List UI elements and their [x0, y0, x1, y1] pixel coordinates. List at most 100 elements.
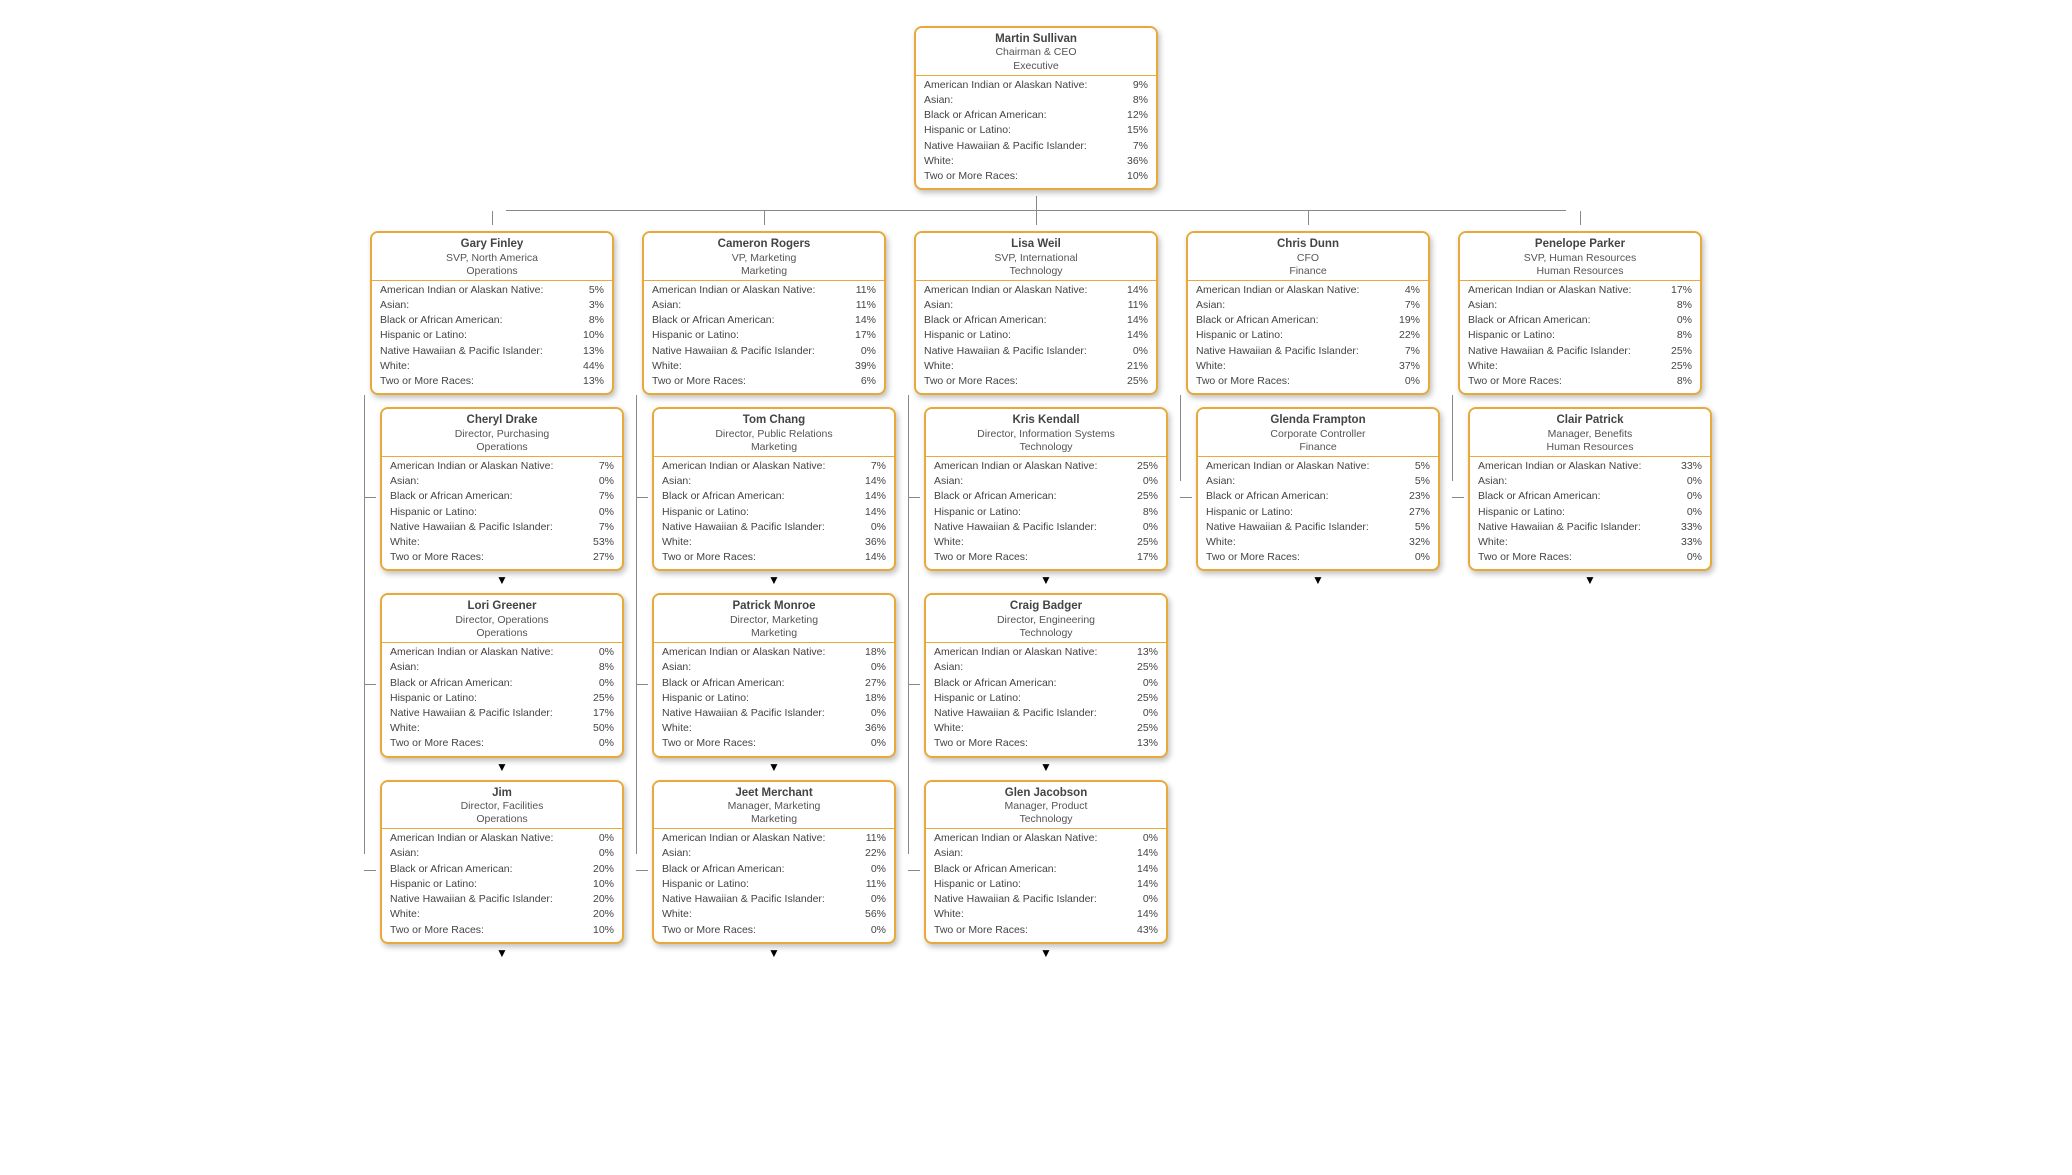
demographic-label: Hispanic or Latino:	[1196, 328, 1289, 343]
demographic-row: Native Hawaiian & Pacific Islander:25%	[1468, 344, 1692, 359]
node-body: American Indian or Alaskan Native:0%Asia…	[926, 829, 1166, 942]
demographic-row: Hispanic or Latino:27%	[1206, 505, 1430, 520]
org-chart: Martin Sullivan Chairman & CEO Executive…	[10, 20, 2062, 964]
demographic-row: Two or More Races:0%	[662, 736, 886, 751]
demographic-value: 8%	[589, 313, 604, 328]
demographic-value: 23%	[1409, 489, 1430, 504]
demographic-value: 17%	[1671, 283, 1692, 298]
demographic-label: American Indian or Alaskan Native:	[662, 459, 831, 474]
sub-item: Patrick MonroeDirector, MarketingMarketi…	[648, 593, 900, 773]
expand-arrow-icon[interactable]: ▼	[376, 946, 628, 960]
demographic-label: Hispanic or Latino:	[924, 328, 1017, 343]
expand-arrow-icon[interactable]: ▼	[920, 946, 1172, 960]
demographic-row: Native Hawaiian & Pacific Islander:5%	[1206, 520, 1430, 535]
demographic-label: Hispanic or Latino:	[1468, 328, 1561, 343]
demographic-row: Native Hawaiian & Pacific Islander:33%	[1478, 520, 1702, 535]
person-title: Director, Public Relations	[660, 428, 888, 441]
demographic-row: Black or African American:14%	[652, 313, 876, 328]
person-dept: Operations	[378, 265, 606, 278]
org-node: Cameron RogersVP, MarketingMarketingAmer…	[642, 231, 886, 395]
node-header: Glenda FramptonCorporate ControllerFinan…	[1198, 409, 1438, 457]
demographic-value: 36%	[865, 721, 886, 736]
expand-arrow-icon[interactable]: ▼	[376, 760, 628, 774]
demographic-label: White:	[1196, 359, 1232, 374]
person-title: Manager, Product	[932, 800, 1160, 813]
demographic-row: American Indian or Alaskan Native:25%	[934, 459, 1158, 474]
demographic-row: American Indian or Alaskan Native:0%	[390, 645, 614, 660]
demographic-row: White:14%	[934, 907, 1158, 922]
person-name: Craig Badger	[932, 599, 1160, 613]
expand-arrow-icon[interactable]: ▼	[1192, 573, 1444, 587]
node-header: Clair PatrickManager, BenefitsHuman Reso…	[1470, 409, 1710, 457]
org-node: Lori GreenerDirector, OperationsOperatio…	[380, 593, 624, 757]
demographic-row: Asian:14%	[662, 474, 886, 489]
node-body: American Indian or Alaskan Native:25%Asi…	[926, 457, 1166, 570]
node-header: Martin Sullivan Chairman & CEO Executive	[916, 28, 1156, 76]
demographic-label: Black or African American:	[1468, 313, 1597, 328]
expand-arrow-icon[interactable]: ▼	[648, 573, 900, 587]
expand-arrow-icon[interactable]: ▼	[920, 573, 1172, 587]
demographic-label: Asian:	[934, 846, 969, 861]
demographic-value: 11%	[866, 877, 886, 892]
person-title: Director, Operations	[388, 614, 616, 627]
demographic-row: Asian:0%	[390, 846, 614, 861]
demographic-label: White:	[1468, 359, 1504, 374]
demographic-value: 18%	[865, 645, 886, 660]
demographic-value: 8%	[1677, 298, 1692, 313]
connector-vertical	[1036, 196, 1037, 210]
demographic-label: Two or More Races:	[662, 736, 762, 751]
demographic-label: Native Hawaiian & Pacific Islander:	[1196, 344, 1365, 359]
demographic-row: Asian:8%	[390, 660, 614, 675]
demographic-value: 14%	[865, 505, 886, 520]
demographic-label: American Indian or Alaskan Native:	[1196, 283, 1365, 298]
demographic-row: Black or African American:27%	[662, 676, 886, 691]
demographic-row: Two or More Races:27%	[390, 550, 614, 565]
expand-arrow-icon[interactable]: ▼	[648, 946, 900, 960]
demographic-row: Two or More Races:6%	[652, 374, 876, 389]
demographic-row: Two or More Races:13%	[380, 374, 604, 389]
expand-arrow-icon[interactable]: ▼	[648, 760, 900, 774]
demographic-row: Asian:8%	[1468, 298, 1692, 313]
person-title: Director, Purchasing	[388, 428, 616, 441]
demographic-value: 5%	[589, 283, 604, 298]
demographic-value: 0%	[871, 862, 886, 877]
demographic-row: American Indian or Alaskan Native:13%	[934, 645, 1158, 660]
node-header: Glen JacobsonManager, ProductTechnology	[926, 782, 1166, 830]
demographic-row: White:21%	[924, 359, 1148, 374]
demographic-label: Black or African American:	[934, 676, 1063, 691]
expand-arrow-icon[interactable]: ▼	[920, 760, 1172, 774]
demographic-value: 50%	[593, 721, 614, 736]
demographic-value: 0%	[1687, 489, 1702, 504]
org-column: Penelope ParkerSVP, Human ResourcesHuman…	[1454, 211, 1706, 591]
demographic-label: Asian:	[390, 474, 425, 489]
demographic-row: Black or African American:12%	[924, 108, 1148, 123]
demographic-value: 14%	[1137, 877, 1158, 892]
demographic-value: 33%	[1681, 535, 1702, 550]
sub-item: Craig BadgerDirector, EngineeringTechnol…	[920, 593, 1172, 773]
demographic-row: Hispanic or Latino:25%	[934, 691, 1158, 706]
demographic-row: Black or African American:19%	[1196, 313, 1420, 328]
org-node: JimDirector, FacilitiesOperationsAmerica…	[380, 780, 624, 944]
demographic-value: 10%	[593, 923, 614, 938]
expand-arrow-icon[interactable]: ▼	[376, 573, 628, 587]
demographic-label: White:	[390, 535, 426, 550]
demographic-label: Black or African American:	[662, 862, 791, 877]
demographic-row: White:20%	[390, 907, 614, 922]
person-name: Lisa Weil	[922, 237, 1150, 251]
org-node: Glenda FramptonCorporate ControllerFinan…	[1196, 407, 1440, 571]
org-node: Glen JacobsonManager, ProductTechnologyA…	[924, 780, 1168, 944]
node-body: American Indian or Alaskan Native:33%Asi…	[1470, 457, 1710, 570]
demographic-row: Asian:5%	[1206, 474, 1430, 489]
demographic-value: 33%	[1681, 520, 1702, 535]
demographic-label: Two or More Races:	[390, 923, 490, 938]
demographic-row: Hispanic or Latino:25%	[390, 691, 614, 706]
expand-arrow-icon[interactable]: ▼	[1464, 573, 1716, 587]
node-body: American Indian or Alaskan Native:11%Asi…	[654, 829, 894, 942]
demographic-label: Two or More Races:	[1478, 550, 1578, 565]
demographic-row: Native Hawaiian & Pacific Islander:0%	[652, 344, 876, 359]
demographic-label: American Indian or Alaskan Native:	[390, 459, 559, 474]
demographic-value: 0%	[861, 344, 876, 359]
demographic-value: 14%	[865, 474, 886, 489]
demographic-row: Two or More Races:17%	[934, 550, 1158, 565]
demographic-row: Black or African American:0%	[1468, 313, 1692, 328]
